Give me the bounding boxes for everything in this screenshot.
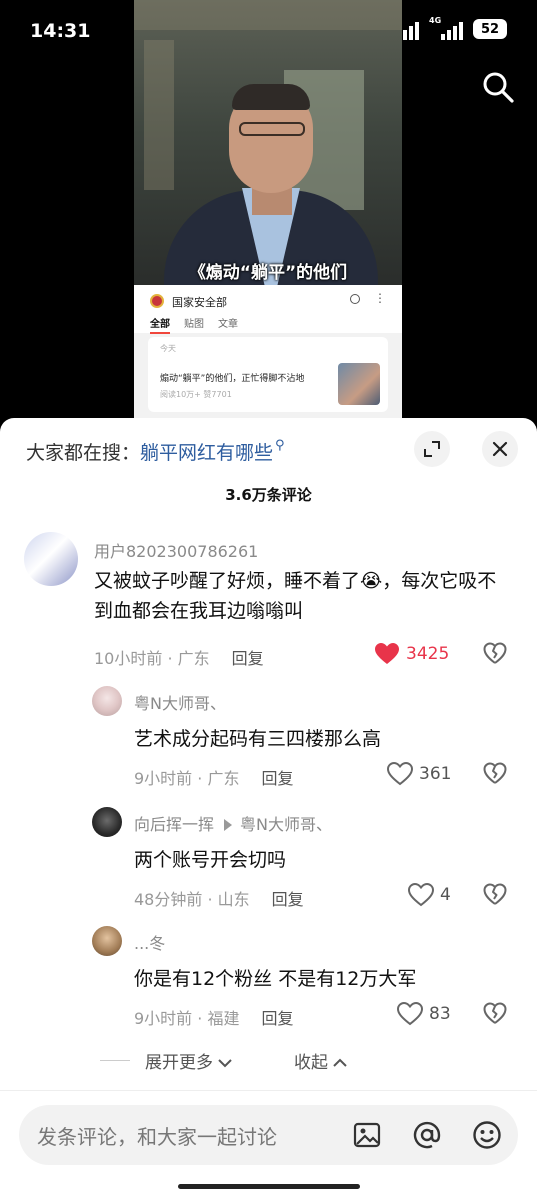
comment-input-placeholder: 发条评论，和大家一起讨论	[37, 1125, 277, 1149]
chevron-up-icon	[333, 1058, 348, 1067]
comment-input[interactable]: 发条评论，和大家一起讨论	[19, 1105, 518, 1165]
heart-outline-icon	[397, 1002, 423, 1026]
home-indicator[interactable]	[178, 1184, 360, 1189]
dislike-button[interactable]	[483, 642, 507, 666]
search-icon[interactable]	[481, 70, 515, 104]
reply-button[interactable]: 回复	[261, 1009, 293, 1028]
comment-username-row: 向后挥一挥 粤N大师哥、	[134, 811, 332, 835]
like-button[interactable]: 83	[397, 1002, 451, 1026]
signal-4g-label: 4G	[429, 16, 442, 25]
comment-count: 3.6万条评论	[225, 486, 312, 504]
comment-username[interactable]: 向后挥一挥	[134, 815, 214, 834]
embed-meta: 阅读10万+ 赞7701	[160, 390, 232, 399]
reply-to-username[interactable]: 粤N大师哥、	[240, 815, 332, 834]
embed-account-name: 国家安全部	[172, 296, 227, 309]
collapse-button[interactable]: 收起	[294, 1048, 348, 1073]
like-button[interactable]: 361	[387, 762, 451, 786]
comment-username[interactable]: ...冬	[134, 930, 165, 954]
broken-heart-icon	[483, 762, 507, 784]
heart-outline-icon	[387, 762, 413, 786]
dislike-button[interactable]	[483, 883, 507, 907]
signal-4g-icon: 4G	[429, 16, 463, 40]
dislike-button[interactable]	[483, 762, 507, 786]
reply-button[interactable]: 回复	[272, 890, 304, 909]
comment-username[interactable]: 粤N大师哥、	[134, 690, 226, 714]
comment-text: 艺术成分起码有三四楼那么高	[134, 728, 382, 750]
small-search-icon: ⚲	[275, 438, 285, 453]
like-count: 4	[440, 885, 451, 905]
speaker-glasses	[239, 122, 305, 136]
close-icon	[492, 441, 508, 457]
like-button[interactable]: 4	[408, 883, 451, 907]
like-count: 83	[429, 1004, 451, 1024]
divider	[100, 1060, 130, 1061]
at-icon[interactable]	[411, 1119, 443, 1151]
broken-heart-icon	[483, 642, 507, 664]
embed-headline: 煽动“躺平”的他们，正忙得脚不沾地	[160, 374, 305, 384]
embedded-article-screenshot: 国家安全部 ⋮ 全部 贴图 文章 今天 煽动“躺平”的他们，正忙得脚不沾地 阅读…	[134, 285, 402, 420]
comment-text: 又被蚊子吵醒了好烦，睡不着了😭，每次它吸不到血都会在我耳边嗡嗡叫	[94, 570, 497, 622]
comment-text: 你是有12个粉丝 不是有12万大军	[134, 968, 417, 990]
expand-panel-button[interactable]	[414, 431, 450, 467]
embed-tabs: 全部 贴图 文章	[150, 315, 238, 334]
avatar[interactable]	[24, 532, 78, 586]
comment-meta: 10小时前 · 广东 回复	[94, 645, 264, 669]
dislike-button[interactable]	[483, 1002, 507, 1026]
embed-thumbnail	[338, 363, 380, 405]
avatar[interactable]	[92, 686, 122, 716]
comment-meta: 9小时前 · 广东 回复	[134, 765, 293, 789]
replies-controls: 展开更多 收起	[0, 1046, 537, 1076]
avatar[interactable]	[92, 807, 122, 837]
like-count: 3425	[406, 644, 450, 664]
expand-more-button[interactable]: 展开更多	[145, 1048, 233, 1073]
comments-panel: 大家都在搜： 躺平网红有哪些 ⚲ 3.6万条评论 用户8202300786261…	[0, 418, 537, 1200]
chevron-down-icon	[218, 1059, 233, 1068]
reply-button[interactable]: 回复	[232, 649, 264, 668]
comment-username[interactable]: 用户8202300786261	[94, 538, 258, 562]
trending-search[interactable]: 大家都在搜： 躺平网红有哪些 ⚲	[26, 438, 285, 465]
status-time: 14:31	[30, 20, 91, 42]
like-button[interactable]: 3425	[374, 642, 449, 666]
close-button[interactable]	[482, 431, 518, 467]
embed-tab-images: 贴图	[184, 319, 204, 330]
expand-more-label: 展开更多	[145, 1053, 213, 1073]
avatar[interactable]	[92, 926, 122, 956]
search-term-link[interactable]: 躺平网红有哪些	[140, 438, 273, 465]
expand-icon	[424, 441, 440, 457]
broken-heart-icon	[483, 883, 507, 905]
broken-heart-icon	[483, 1002, 507, 1024]
embed-date: 今天	[160, 344, 176, 353]
comment-time-location: 10小时前 · 广东	[94, 649, 210, 668]
embed-more-icon: ⋮	[374, 291, 386, 305]
embed-tab-articles: 文章	[218, 319, 238, 330]
reply-button[interactable]: 回复	[261, 769, 293, 788]
embed-article-card: 今天 煽动“躺平”的他们，正忙得脚不沾地 阅读10万+ 赞7701	[148, 337, 388, 412]
image-icon[interactable]	[351, 1119, 383, 1151]
comment-meta: 48分钟前 · 山东 回复	[134, 886, 304, 910]
comment-time-location: 9小时前 · 广东	[134, 769, 240, 788]
embed-search-icon	[350, 294, 360, 304]
collapse-label: 收起	[294, 1053, 328, 1073]
comment-input-bar: 发条评论，和大家一起讨论	[0, 1090, 537, 1200]
embed-tab-all: 全部	[150, 315, 170, 334]
search-prefix: 大家都在搜：	[26, 442, 141, 464]
account-logo	[150, 294, 164, 308]
battery-indicator: 52	[473, 19, 507, 39]
comment-text: 两个账号开会切吗	[134, 849, 287, 871]
emoji-icon[interactable]	[471, 1119, 503, 1151]
heart-filled-icon	[375, 643, 399, 664]
comment-time-location: 48分钟前 · 山东	[134, 890, 250, 909]
comment-meta: 9小时前 · 福建 回复	[134, 1005, 293, 1029]
like-count: 361	[419, 764, 452, 784]
video-player[interactable]: 《煽动“躺平”的他们	[134, 0, 402, 285]
heart-outline-icon	[408, 883, 434, 907]
reply-arrow-icon	[224, 819, 233, 831]
screen: 14:31 5G 4G	[0, 0, 537, 1200]
video-subtitle: 《煽动“躺平”的他们	[188, 263, 348, 283]
comment-time-location: 9小时前 · 福建	[134, 1009, 240, 1028]
